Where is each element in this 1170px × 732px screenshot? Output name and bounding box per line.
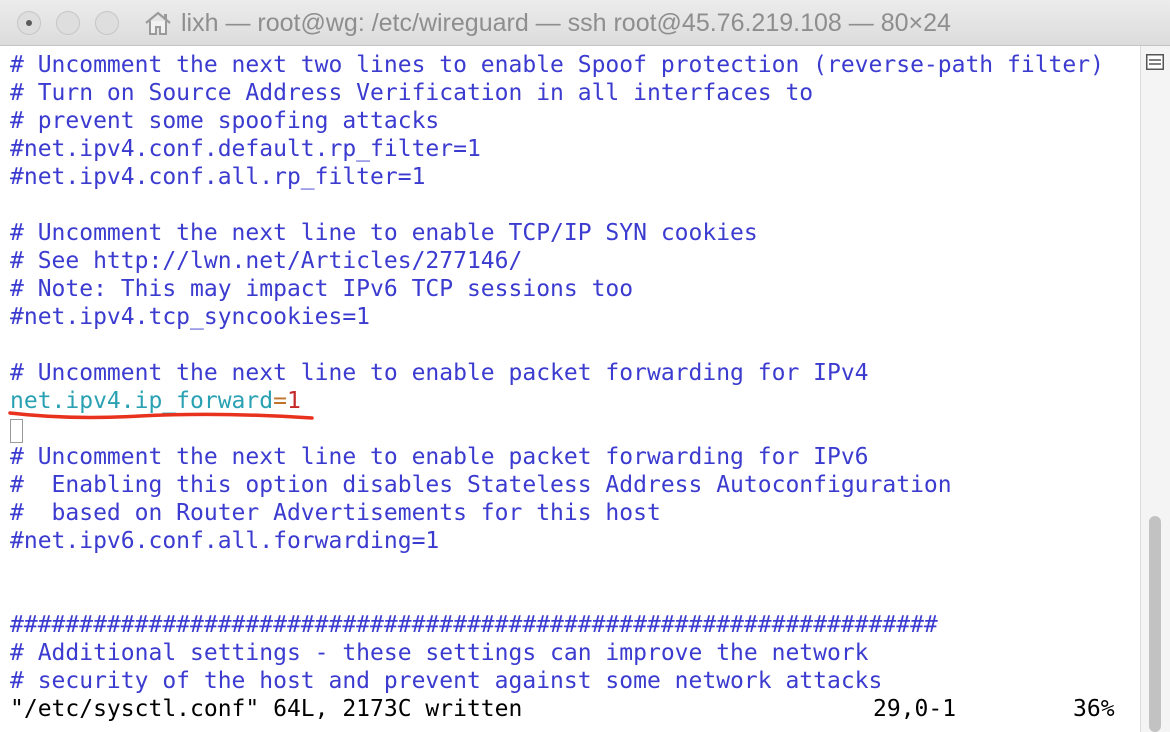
window-title-wrap: lixh — root@wg: /etc/wireguard — ssh roo… <box>143 0 951 46</box>
scroll-lines-icon[interactable] <box>1146 54 1164 70</box>
scroll-percent: 36% <box>1073 696 1115 722</box>
terminal-line: # security of the host and prevent again… <box>10 668 883 694</box>
terminal-line: # Additional settings - these settings c… <box>10 640 869 666</box>
home-icon <box>145 11 171 35</box>
terminal-line: ########################################… <box>10 612 938 638</box>
red-underline-annotation <box>8 411 314 420</box>
terminal-line: # based on Router Advertisements for thi… <box>10 500 661 526</box>
vertical-scrollbar[interactable] <box>1140 46 1170 732</box>
status-message: "/etc/sysctl.conf" 64L, 2173C written <box>10 696 523 722</box>
text-cursor <box>10 419 23 443</box>
terminal-line: # Uncomment the next line to enable pack… <box>10 444 869 470</box>
terminal-content[interactable]: # Uncomment the next two lines to enable… <box>0 46 1140 732</box>
scroll-thumb[interactable] <box>1149 516 1161 732</box>
window-title: lixh — root@wg: /etc/wireguard — ssh roo… <box>181 8 951 37</box>
title-bar[interactable]: lixh — root@wg: /etc/wireguard — ssh roo… <box>0 0 1170 46</box>
close-button[interactable] <box>17 11 41 35</box>
cursor-position: 29,0-1 <box>873 696 957 722</box>
maximize-button[interactable] <box>95 11 119 35</box>
terminal-window: lixh — root@wg: /etc/wireguard — ssh roo… <box>0 0 1170 732</box>
terminal-line: # Enabling this option disables Stateles… <box>10 472 952 498</box>
minimize-button[interactable] <box>56 11 80 35</box>
terminal-line: #net.ipv6.conf.all.forwarding=1 <box>10 528 440 554</box>
